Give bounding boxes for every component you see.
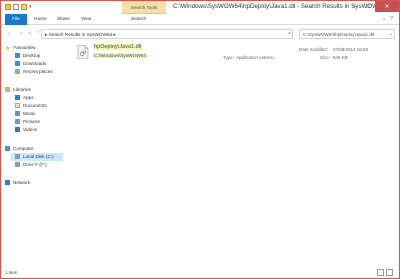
nav-computer-label: Computer: [13, 146, 34, 151]
explorer-window: ▾ Search Tools C:\Windows\SysWOW64\hpDep…: [0, 0, 400, 279]
network-icon: [5, 180, 10, 186]
documents-icon: [15, 103, 20, 109]
nav-item-documents[interactable]: Documents: [15, 102, 47, 110]
computer-icon: [5, 146, 10, 152]
minimize-button[interactable]: –: [347, 1, 361, 12]
tab-view[interactable]: View: [81, 14, 91, 25]
drive-icon: [15, 154, 20, 160]
file-name: hpDeploy\Java1.dll: [93, 44, 143, 50]
search-input[interactable]: C:\SysWOW64\hpDeploy\Java1.dll ×: [299, 29, 395, 39]
ribbon-controls: ⌄ ?: [382, 16, 393, 22]
nav-item-local-disk[interactable]: Local Disk (C:): [11, 153, 63, 161]
recent-dropdown-button[interactable]: ⌄: [27, 29, 32, 38]
nav-favourites-label: Favourites: [13, 45, 36, 50]
ribbon-tabs: File Home Share View Search ⌄ ?: [1, 14, 399, 25]
list-item[interactable]: hpDeploy\Java1.dll C:\Windows\SysWOW64 T…: [75, 43, 393, 63]
tab-share[interactable]: Share: [57, 14, 70, 25]
file-list: hpDeploy\Java1.dll C:\Windows\SysWOW64 T…: [67, 41, 397, 266]
size-value: 846 KB: [333, 55, 348, 60]
date-modified-value: 27/08/2013 16:59: [333, 47, 369, 52]
details-view-button[interactable]: [377, 269, 384, 276]
nav-favourites[interactable]: ★ Favourites: [5, 44, 35, 52]
nav-item-desktop[interactable]: Desktop: [15, 52, 40, 60]
breadcrumb[interactable]: ▸ Search Results in SysWOW64 ▸: [45, 32, 116, 37]
expand-ribbon-button[interactable]: ⌄: [382, 16, 386, 22]
nav-item-pictures[interactable]: Pictures: [15, 118, 40, 126]
tab-home[interactable]: Home: [34, 14, 47, 25]
file-type-value: Application extensi...: [236, 55, 278, 60]
title-bar: ▾ Search Tools C:\Windows\SysWOW64\hpDep…: [1, 1, 399, 14]
forward-button[interactable]: →: [16, 29, 25, 38]
apps-icon: [15, 95, 20, 101]
date-modified-label: Date modified:: [299, 47, 329, 52]
nav-network-label: Network: [13, 180, 31, 185]
navigation-pane: ★ Favourites Desktop Downloads Recent pla…: [1, 41, 63, 266]
nav-item-label: Recent places: [23, 69, 53, 74]
navigation-buttons: ← → ⌄ ↑: [5, 29, 43, 38]
nav-item-recent-places[interactable]: Recent places: [15, 68, 53, 76]
address-row: ← → ⌄ ↑ ▸ Search Results in SysWOW64 ▸ ×…: [1, 27, 399, 41]
nav-item-label: Music: [23, 111, 36, 116]
tab-file[interactable]: File: [5, 14, 27, 25]
search-tools-context-tab[interactable]: Search Tools: [122, 1, 166, 14]
folder-icon[interactable]: [5, 4, 11, 10]
libraries-icon: [5, 87, 10, 93]
quick-access-toolbar: ▾: [5, 4, 35, 10]
nav-item-label: Drive F (F:): [23, 162, 47, 167]
properties-icon[interactable]: [13, 4, 19, 10]
nav-item-downloads[interactable]: Downloads: [15, 60, 46, 68]
nav-item-videos[interactable]: Videos: [15, 126, 37, 134]
maximize-button[interactable]: □: [361, 1, 375, 12]
status-bar: 1 item: [1, 267, 399, 279]
clear-search-button[interactable]: ×: [389, 30, 392, 38]
chevron-down-icon[interactable]: ▾: [29, 4, 35, 10]
close-button[interactable]: ✕: [375, 1, 399, 12]
nav-item-drive-f[interactable]: Drive F (F:): [15, 161, 47, 169]
address-clear-button[interactable]: ×: [288, 30, 291, 39]
nav-item-music[interactable]: Music: [15, 110, 35, 118]
nav-libraries[interactable]: Libraries: [5, 86, 31, 94]
nav-item-label: Desktop: [23, 53, 41, 58]
nav-computer[interactable]: Computer: [5, 145, 34, 153]
view-switcher: [377, 269, 393, 276]
nav-libraries-label: Libraries: [13, 87, 31, 92]
nav-item-label: Documents: [23, 103, 47, 108]
videos-icon: [15, 127, 20, 133]
new-folder-icon[interactable]: [21, 4, 27, 10]
back-button[interactable]: ←: [5, 29, 14, 38]
nav-item-label: Local Disk (C:): [23, 154, 54, 159]
file-type-label: Type:: [223, 55, 235, 60]
large-icons-view-button[interactable]: [386, 269, 393, 276]
window-controls: – □ ✕: [347, 1, 399, 12]
help-button[interactable]: ?: [390, 16, 393, 22]
file-location: C:\Windows\SysWOW64: [93, 53, 147, 58]
star-icon: ★: [5, 46, 11, 53]
size-label: Size:: [320, 55, 331, 60]
address-bar[interactable]: ▸ Search Results in SysWOW64 ▸ ×: [41, 29, 293, 39]
tab-search[interactable]: Search: [131, 14, 146, 25]
recent-places-icon: [15, 69, 20, 75]
desktop-icon: [15, 53, 20, 59]
drive-icon: [15, 162, 20, 168]
pictures-icon: [15, 119, 20, 125]
nav-item-label: Apps: [23, 95, 34, 100]
nav-item-label: Videos: [23, 127, 38, 132]
dll-file-icon: [77, 45, 89, 59]
search-value: C:\SysWOW64\hpDeploy\Java1.dll: [303, 32, 374, 37]
music-icon: [15, 111, 20, 117]
nav-item-label: Downloads: [23, 61, 47, 66]
nav-network[interactable]: Network: [5, 179, 30, 187]
nav-item-label: Pictures: [23, 119, 40, 124]
nav-item-apps[interactable]: Apps: [15, 94, 34, 102]
downloads-icon: [15, 61, 20, 67]
item-count: 1 item: [5, 270, 18, 275]
